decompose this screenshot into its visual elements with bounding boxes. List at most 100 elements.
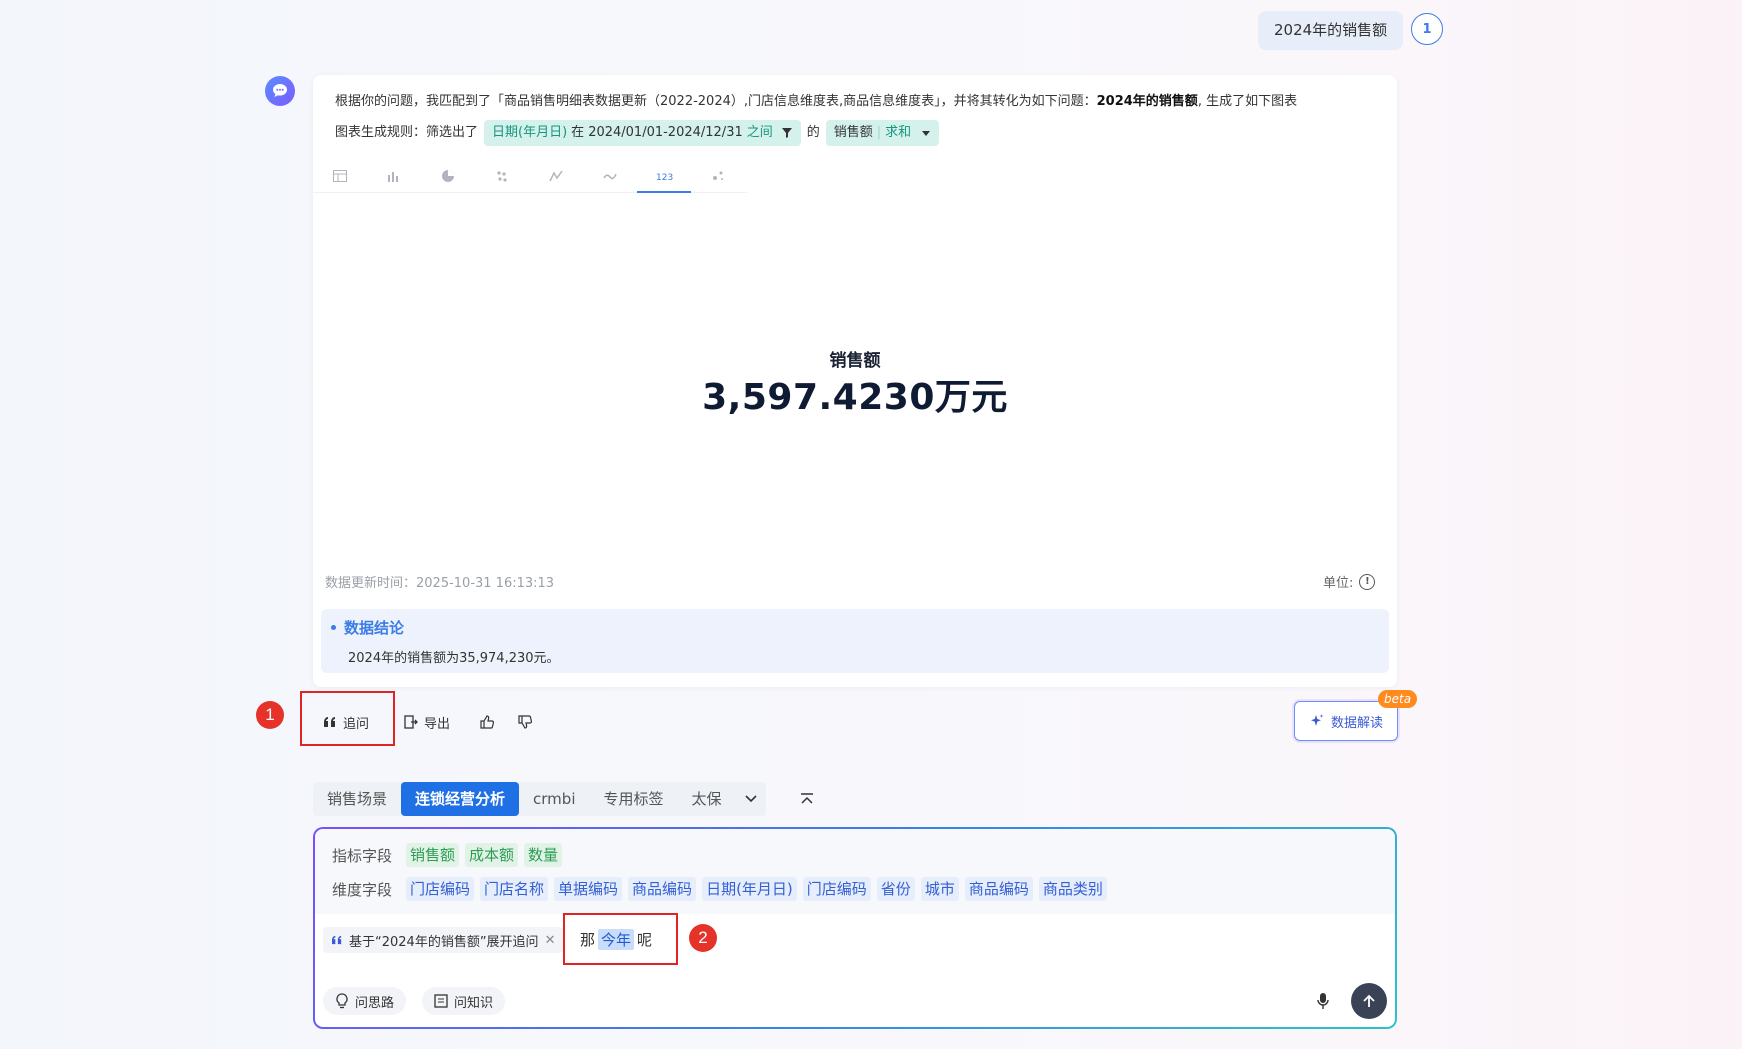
metric-pill[interactable]: 销售额 | 求和 <box>825 120 940 146</box>
filter-icon[interactable] <box>781 127 793 139</box>
bot-avatar <box>265 76 295 106</box>
user-avatar-badge: 1 <box>1411 13 1443 45</box>
svg-text:123: 123 <box>656 173 673 182</box>
chart-tab-area[interactable] <box>583 160 637 192</box>
metric-tag[interactable]: 数量 <box>524 843 563 867</box>
ask-thinking-button[interactable]: 问思路 <box>323 987 407 1015</box>
close-icon[interactable]: ✕ <box>545 933 556 948</box>
send-button[interactable] <box>1351 983 1387 1019</box>
annotation-marker-2: 2 <box>689 924 717 952</box>
beta-badge: beta <box>1378 690 1418 708</box>
data-update-time: 数据更新时间：2025-10-31 16:13:13 <box>325 576 555 591</box>
conclusion-text: 2024年的销售额为35,974,230元。 <box>348 651 560 666</box>
lightbulb-icon <box>336 993 348 1009</box>
dimension-tag[interactable]: 日期(年月日) <box>702 877 797 901</box>
thumbs-down-icon <box>518 715 533 729</box>
dimension-tag[interactable]: 商品编码 <box>628 877 697 901</box>
metric-fields-label: 指标字段 <box>332 846 393 865</box>
intro-question: 2024年的销售额 <box>1096 94 1198 109</box>
rule-label: 图表生成规则：筛选出了 <box>335 125 479 140</box>
quote-icon <box>332 935 342 945</box>
chat-bot-icon <box>273 84 287 97</box>
intro-prefix: 根据你的问题，我匹配到了「商品销售明细表数据更新（2022-2024）,门店信息… <box>335 94 1097 109</box>
chart-tab-scatter[interactable] <box>475 160 529 192</box>
dimension-tag[interactable]: 单据编码 <box>554 877 623 901</box>
metric-field: 销售额 <box>833 125 873 140</box>
annotation-marker-1: 1 <box>256 701 284 729</box>
microphone-button[interactable] <box>1313 990 1333 1012</box>
dimension-tag[interactable]: 门店编码 <box>406 877 475 901</box>
ask-thinking-label: 问思路 <box>355 995 395 1011</box>
metric-tag[interactable]: 成本额 <box>465 843 519 867</box>
export-button[interactable]: 导出 <box>404 712 450 732</box>
bar-chart-icon <box>388 172 398 182</box>
chart-tab-pie[interactable] <box>421 160 475 192</box>
dimension-tag[interactable]: 城市 <box>920 877 959 901</box>
conclusion-title-text: 数据结论 <box>344 619 405 637</box>
scene-tab-0[interactable]: 销售场景 <box>313 782 401 816</box>
scene-tab-2[interactable]: crmbi <box>519 782 589 816</box>
chart-tab-line[interactable] <box>529 160 583 192</box>
caret-down-icon[interactable] <box>921 128 931 138</box>
chart-tab-bubble[interactable] <box>691 160 745 192</box>
interpret-label: 数据解读 <box>1330 715 1383 731</box>
chart-tab-bar[interactable] <box>367 160 421 192</box>
followup-reference-chip: 基于“2024年的销售额”展开追问 ✕ <box>323 927 564 953</box>
rule-of: 的 <box>806 125 820 140</box>
filter-in: 在 <box>571 125 585 140</box>
dimension-fields-label: 维度字段 <box>332 880 393 899</box>
dimension-tag[interactable]: 省份 <box>876 877 915 901</box>
pie-chart-icon <box>442 170 454 182</box>
kpi-value: 3,597.4230万元 <box>702 377 1008 418</box>
chart-type-tabs: 123 <box>313 160 747 193</box>
intro-suffix: , 生成了如下图表 <box>1197 94 1298 109</box>
dimension-tag[interactable]: 门店编码 <box>802 877 871 901</box>
scene-expand-button[interactable] <box>736 782 766 816</box>
collapse-button[interactable] <box>797 788 817 810</box>
conclusion-title: 数据结论 <box>331 617 404 638</box>
ask-knowledge-label: 问知识 <box>454 995 494 1011</box>
chart-tab-number[interactable]: 123 <box>637 160 691 193</box>
unit-label: 单位: <box>1323 576 1354 591</box>
document-icon <box>434 994 448 1008</box>
export-label: 导出 <box>424 716 451 732</box>
thumbs-up-icon <box>480 715 495 729</box>
filter-between: 之间 <box>746 125 773 140</box>
reference-text: 基于“2024年的销售额”展开追问 <box>349 934 539 950</box>
chevron-down-icon <box>744 795 757 803</box>
export-icon <box>404 715 418 729</box>
filter-range: 2024/01/01-2024/12/31 <box>588 125 743 140</box>
table-icon <box>333 170 347 182</box>
chart-tab-table[interactable] <box>313 160 367 192</box>
annotation-box-2 <box>563 913 678 965</box>
dislike-button[interactable] <box>517 712 533 732</box>
collapse-up-icon <box>801 793 813 804</box>
ask-knowledge-button[interactable]: 问知识 <box>422 987 506 1015</box>
followup-button[interactable]: 追问 <box>323 712 369 732</box>
scene-tab-1[interactable]: 连锁经营分析 <box>401 782 520 816</box>
area-chart-icon <box>603 173 617 180</box>
scatter-icon <box>497 171 507 182</box>
filter-field: 日期(年月日) <box>492 125 568 140</box>
chart-rule-row: 图表生成规则：筛选出了 日期(年月日) 在 2024/01/01-2024/12… <box>335 120 940 146</box>
number-card-icon: 123 <box>656 173 673 182</box>
metric-agg: 求和 <box>885 125 912 140</box>
scene-tabs: 销售场景 连锁经营分析 crmbi 专用标签 太保 <box>313 782 766 816</box>
date-filter-pill[interactable]: 日期(年月日) 在 2024/01/01-2024/12/31 之间 <box>484 120 801 146</box>
dimension-tag[interactable]: 商品类别 <box>1038 877 1107 901</box>
microphone-icon <box>1317 993 1329 1009</box>
dimension-fields-row: 维度字段 门店编码 门店名称 单据编码 商品编码 日期(年月日) 门店编码 省份… <box>332 877 1107 901</box>
line-chart-icon <box>549 170 563 182</box>
like-button[interactable] <box>479 712 495 732</box>
user-message-bubble: 2024年的销售额 <box>1258 11 1404 50</box>
bullet-dot <box>331 625 336 630</box>
fields-area <box>315 829 1395 914</box>
info-icon[interactable]: ! <box>1359 573 1376 590</box>
scene-tab-4[interactable]: 太保 <box>678 782 736 816</box>
metric-tag[interactable]: 销售额 <box>406 843 460 867</box>
dimension-tag[interactable]: 商品编码 <box>964 877 1033 901</box>
dimension-tag[interactable]: 门店名称 <box>480 877 549 901</box>
scene-tab-3[interactable]: 专用标签 <box>589 782 677 816</box>
arrow-up-icon <box>1363 994 1375 1007</box>
bubble-icon <box>713 171 723 180</box>
